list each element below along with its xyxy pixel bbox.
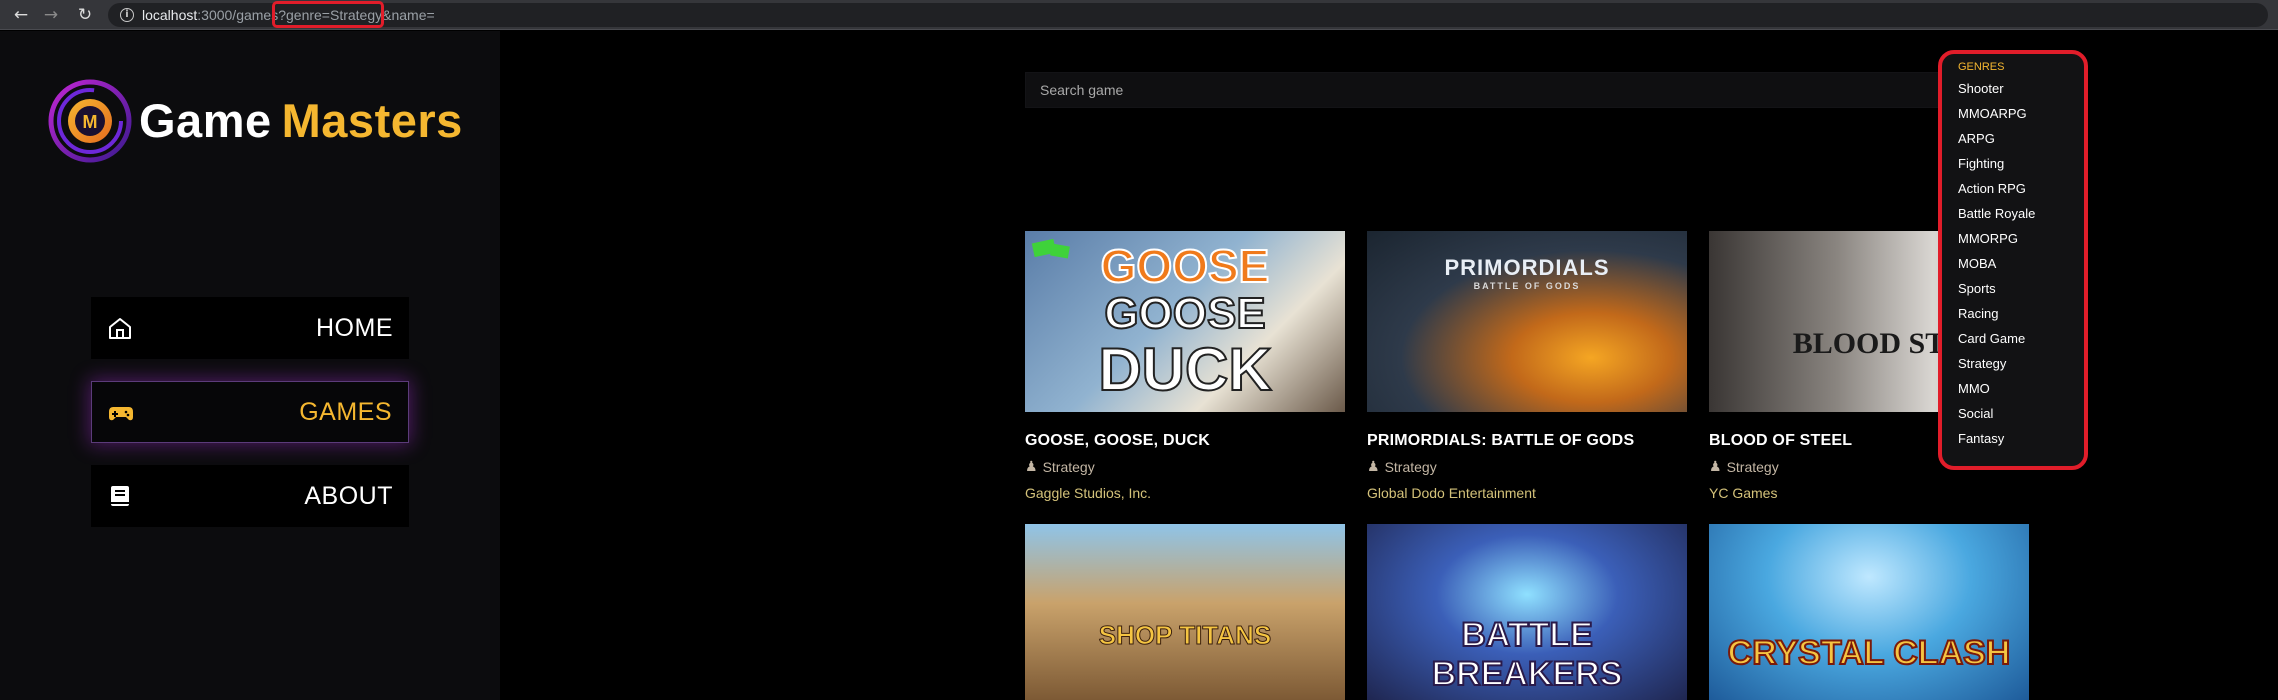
svg-text:M: M bbox=[83, 112, 98, 132]
genre-item[interactable]: Social bbox=[1958, 401, 2084, 426]
genre-list: Shooter MMOARPG ARPG Fighting Action RPG Batt… bbox=[1958, 76, 2084, 451]
game-card[interactable]: GOOSE GOOSE DUCK GOOSE, GOOSE, DUCK ♟ St… bbox=[1025, 231, 1345, 501]
game-card[interactable]: SHOP TITANS bbox=[1025, 524, 1345, 700]
genre-item[interactable]: MOBA bbox=[1958, 251, 2084, 276]
url-host: localhost bbox=[142, 7, 198, 23]
game-card[interactable]: PRIMORDIALS BATTLE OF GODS PRIMORDIALS: … bbox=[1367, 231, 1687, 501]
genre-item[interactable]: Shooter bbox=[1958, 76, 2084, 101]
game-thumbnail[interactable]: GOOSE GOOSE DUCK bbox=[1025, 231, 1345, 412]
game-art-text-3: DUCK bbox=[1097, 335, 1272, 404]
game-thumbnail[interactable]: SHOP TITANS bbox=[1025, 524, 1345, 700]
genre-item[interactable]: Fantasy bbox=[1958, 426, 2084, 451]
book-icon bbox=[111, 486, 129, 506]
game-genre: Strategy bbox=[1042, 458, 1095, 475]
game-art-text-1: PRIMORDIALS bbox=[1444, 255, 1610, 280]
nav-about[interactable]: ABOUT bbox=[91, 465, 409, 527]
brand-part-2: Masters bbox=[281, 94, 463, 147]
game-thumbnail[interactable]: BATTLE BREAKERS bbox=[1367, 524, 1687, 700]
search-bar bbox=[1025, 72, 2040, 108]
home-icon bbox=[109, 318, 131, 339]
game-art-text-2: GOOSE bbox=[1103, 288, 1266, 339]
controller-icon: ♟ bbox=[1367, 458, 1380, 474]
nav-about-label: ABOUT bbox=[304, 481, 393, 510]
genre-item[interactable]: Action RPG bbox=[1958, 176, 2084, 201]
controller-icon: ♟ bbox=[1709, 458, 1722, 474]
game-developer: Global Dodo Entertainment bbox=[1367, 485, 1536, 501]
nav-games[interactable]: GAMES bbox=[91, 381, 409, 443]
game-thumbnail[interactable]: PRIMORDIALS BATTLE OF GODS bbox=[1367, 231, 1687, 412]
nav-games-label: GAMES bbox=[299, 397, 392, 426]
back-arrow-icon[interactable]: ← bbox=[10, 4, 32, 26]
genre-item[interactable]: Battle Royale bbox=[1958, 201, 2084, 226]
game-developer: YC Games bbox=[1709, 485, 1778, 501]
gamepad-icon bbox=[109, 407, 133, 421]
genre-item[interactable]: Sports bbox=[1958, 276, 2084, 301]
reload-icon[interactable]: ↻ bbox=[74, 4, 96, 26]
search-input[interactable] bbox=[1026, 73, 2039, 107]
game-genre: Strategy bbox=[1726, 458, 1779, 475]
game-card[interactable]: CRYSTAL CLASH bbox=[1709, 524, 2029, 700]
game-genre-row: ♟ Strategy bbox=[1367, 458, 1687, 475]
genre-item[interactable]: MMOARPG bbox=[1958, 101, 2084, 126]
genre-dropdown: GENRES Shooter MMOARPG ARPG Fighting Action … bbox=[1938, 50, 2088, 470]
genre-item[interactable]: Card Game bbox=[1958, 326, 2084, 351]
game-genre: Strategy bbox=[1384, 458, 1437, 475]
game-art-text: BATTLE BREAKERS bbox=[1431, 615, 1624, 694]
game-art-text-1: GOOSE bbox=[1100, 239, 1271, 293]
game-developer: Gaggle Studios, Inc. bbox=[1025, 485, 1152, 501]
game-genre-row: ♟ Strategy bbox=[1025, 458, 1345, 475]
nav-home[interactable]: HOME bbox=[91, 297, 409, 359]
game-title[interactable]: GOOSE, GOOSE, DUCK bbox=[1025, 432, 1345, 450]
genre-item[interactable]: Strategy bbox=[1958, 351, 2084, 376]
game-card[interactable]: BATTLE BREAKERS bbox=[1367, 524, 1687, 700]
brand-title[interactable]: Game Masters bbox=[139, 93, 463, 148]
game-art-text-2: BATTLE OF GODS bbox=[1473, 281, 1581, 291]
brand-part-1: Game bbox=[139, 94, 272, 147]
game-art-text: SHOP TITANS bbox=[1098, 620, 1272, 651]
game-thumbnail[interactable]: CRYSTAL CLASH bbox=[1709, 524, 2029, 700]
sidebar: M Game Masters HOME GAMES ABOUT bbox=[0, 31, 500, 700]
game-art-text: CRYSTAL CLASH bbox=[1727, 633, 2012, 673]
url-query-highlight bbox=[272, 1, 384, 28]
address-bar[interactable]: i localhost:3000/games?genre=Strategy&na… bbox=[108, 3, 2268, 27]
genre-item[interactable]: MMO bbox=[1958, 376, 2084, 401]
genres-header: GENRES bbox=[1958, 61, 2005, 73]
game-masters-logo-icon[interactable]: M bbox=[48, 79, 132, 163]
genre-item[interactable]: ARPG bbox=[1958, 126, 2084, 151]
browser-toolbar: ← → ↻ i localhost:3000/games?genre=Strat… bbox=[0, 0, 2278, 30]
forward-arrow-icon[interactable]: → bbox=[40, 4, 62, 26]
controller-icon: ♟ bbox=[1025, 458, 1038, 474]
site-info-icon[interactable]: i bbox=[120, 8, 134, 22]
genre-item[interactable]: Fighting bbox=[1958, 151, 2084, 176]
nav-home-label: HOME bbox=[316, 313, 393, 342]
genre-item[interactable]: Racing bbox=[1958, 301, 2084, 326]
game-title[interactable]: PRIMORDIALS: BATTLE OF GODS bbox=[1367, 432, 1687, 450]
genre-item[interactable]: MMORPG bbox=[1958, 226, 2084, 251]
